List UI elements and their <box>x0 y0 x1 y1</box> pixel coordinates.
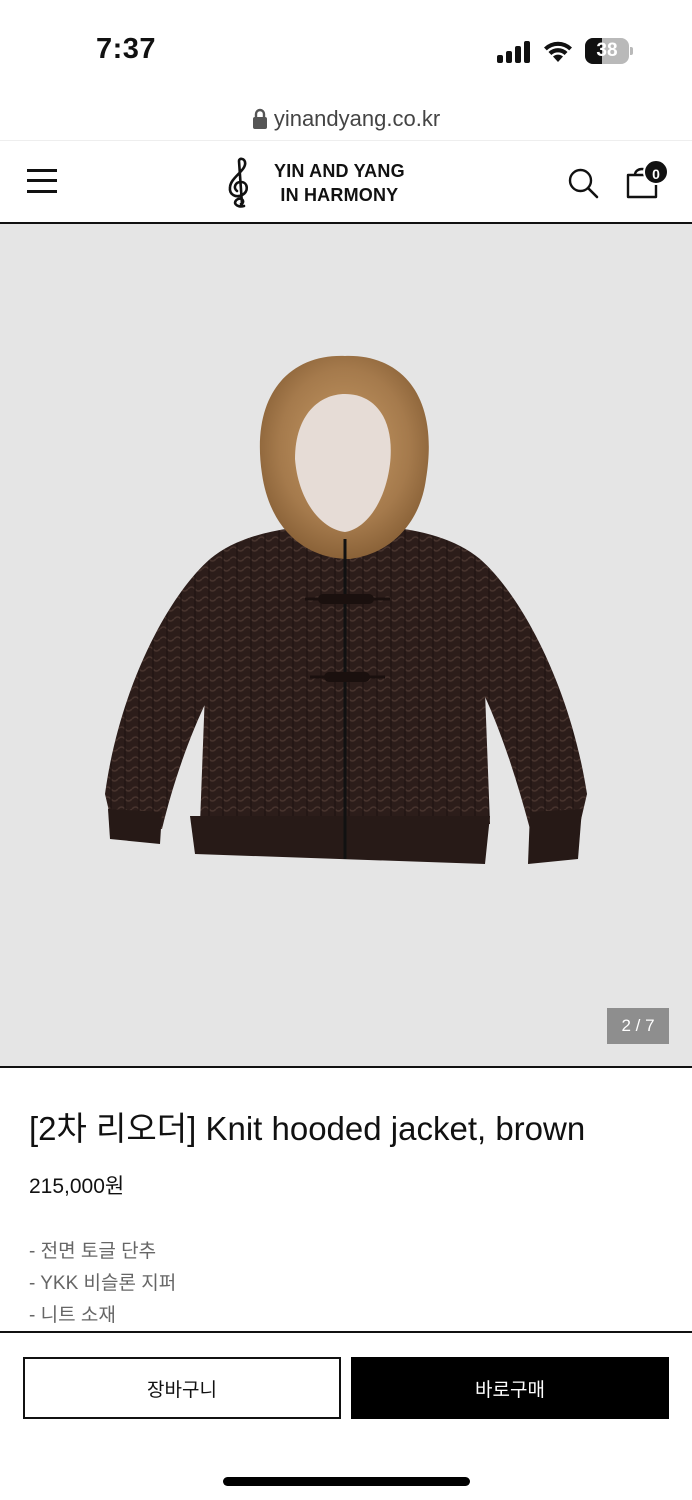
product-title: [2차 리오더] Knit hooded jacket, brown <box>29 1110 586 1147</box>
battery-level: 38 <box>596 40 618 61</box>
product-price: 215,000원 <box>29 1175 125 1198</box>
logo-line-1: YIN AND YANG <box>274 161 405 181</box>
feature-item: - YKK 비슬론 지퍼 <box>29 1273 177 1294</box>
buy-now-button[interactable]: 바로구매 <box>351 1357 669 1419</box>
url-bar[interactable]: yinandyang.co.kr <box>0 100 692 138</box>
shopping-bag-icon[interactable]: 0 <box>625 159 671 201</box>
home-indicator[interactable] <box>223 1477 470 1486</box>
image-counter: 2 / 7 <box>607 1008 669 1044</box>
feature-item: - 니트 소재 <box>29 1305 116 1326</box>
site-logo[interactable]: YIN AND YANG IN HARMONY <box>222 155 432 211</box>
add-to-cart-button[interactable]: 장바구니 <box>23 1357 341 1419</box>
wifi-icon <box>544 41 572 62</box>
product-image-carousel[interactable]: 2 / 7 <box>0 224 692 1068</box>
search-icon[interactable] <box>567 167 599 199</box>
feature-item: - 전면 토글 단추 <box>29 1241 157 1262</box>
logo-text: YIN AND YANG IN HARMONY <box>274 159 405 207</box>
hamburger-menu-icon[interactable] <box>27 169 57 193</box>
battery-icon: 38 <box>585 38 633 64</box>
cart-count-badge: 0 <box>643 159 669 185</box>
bottom-action-bar: 장바구니 바로구매 <box>0 1331 692 1500</box>
url-text: yinandyang.co.kr <box>273 106 441 131</box>
status-bar: 7:37 38 <box>0 0 692 100</box>
site-header: YIN AND YANG IN HARMONY 0 <box>0 140 692 224</box>
treble-clef-icon <box>228 157 249 208</box>
status-time: 7:37 <box>96 33 157 65</box>
product-photo-jacket <box>105 355 587 864</box>
logo-line-2: IN HARMONY <box>280 185 399 205</box>
feature-list: - 전면 토글 단추 - YKK 비슬론 지퍼 - 니트 소재 <box>29 1236 176 1332</box>
signal-icon <box>497 41 531 63</box>
lock-icon <box>252 108 267 129</box>
